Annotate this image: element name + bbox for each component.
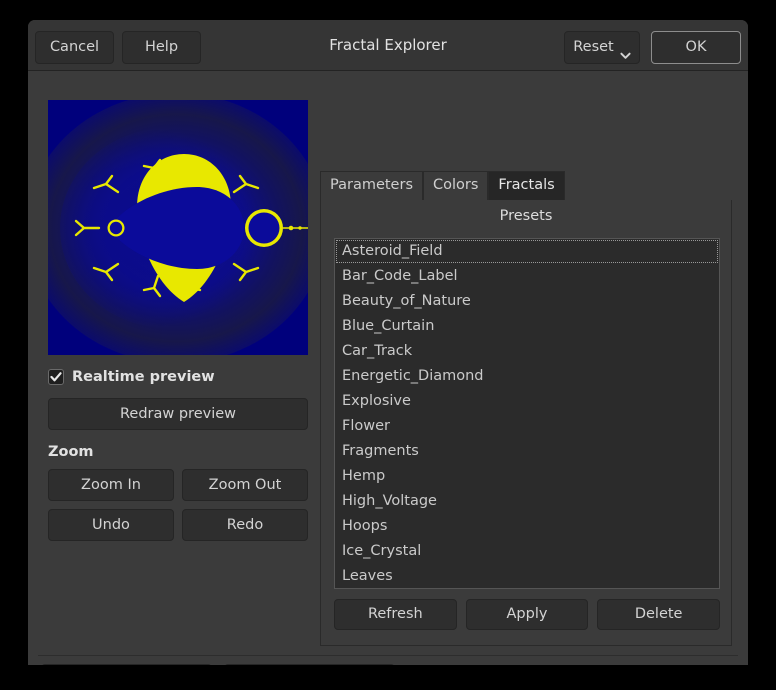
list-item[interactable]: Fragments xyxy=(335,439,719,464)
apply-button[interactable]: Apply xyxy=(466,599,589,630)
list-item[interactable]: High_Voltage xyxy=(335,489,719,514)
list-item[interactable]: Hoops xyxy=(335,514,719,539)
list-item[interactable]: Hemp xyxy=(335,464,719,489)
list-item[interactable]: Explosive xyxy=(335,389,719,414)
checkmark-icon xyxy=(50,371,62,383)
tab-fractals[interactable]: Fractals xyxy=(488,171,564,200)
dialog-body: Realtime preview Redraw preview Zoom Zoo… xyxy=(28,71,748,665)
preset-action-bar: Refresh Apply Delete xyxy=(334,599,720,630)
redo-button[interactable]: Redo xyxy=(182,509,308,541)
list-item[interactable]: Beauty_of_Nature xyxy=(335,289,719,314)
list-item[interactable]: Energetic_Diamond xyxy=(335,364,719,389)
presets-list[interactable]: Asteroid_FieldBar_Code_LabelBeauty_of_Na… xyxy=(334,238,720,589)
list-item[interactable]: Car_Track xyxy=(335,339,719,364)
reset-button-label: Reset xyxy=(573,32,614,63)
list-item[interactable]: Ice_Crystal xyxy=(335,539,719,564)
zoom-in-button[interactable]: Zoom In xyxy=(48,469,174,501)
fractal-explorer-window: Fractal Explorer Cancel Help Reset OK xyxy=(28,20,748,665)
realtime-preview-checkbox[interactable] xyxy=(48,369,64,385)
dialog-titlebar: Fractal Explorer Cancel Help Reset OK xyxy=(28,20,748,71)
load-saved-settings-button[interactable]: Load Saved Settings xyxy=(41,664,212,665)
realtime-preview-row: Realtime preview xyxy=(48,366,308,388)
zoom-out-button[interactable]: Zoom Out xyxy=(182,469,308,501)
zoom-group-label: Zoom xyxy=(48,444,308,460)
help-button[interactable]: Help xyxy=(122,31,201,64)
fractals-tab-panel: Presets Asteroid_FieldBar_Code_LabelBeau… xyxy=(320,200,732,646)
tab-parameters[interactable]: Parameters xyxy=(320,171,423,200)
redraw-preview-button[interactable]: Redraw preview xyxy=(48,398,308,430)
reset-dropdown-button[interactable]: Reset xyxy=(564,31,640,64)
presets-heading: Presets xyxy=(321,208,731,224)
undo-button[interactable]: Undo xyxy=(48,509,174,541)
tab-strip: Parameters Colors Fractals xyxy=(320,171,732,201)
ok-button[interactable]: OK xyxy=(651,31,741,64)
refresh-button[interactable]: Refresh xyxy=(334,599,457,630)
list-item[interactable]: Flower xyxy=(335,414,719,439)
realtime-preview-label: Realtime preview xyxy=(72,369,215,385)
fractal-preview-image[interactable] xyxy=(48,100,308,355)
list-item[interactable]: Leaves xyxy=(335,564,719,589)
preview-panel: Realtime preview Redraw preview Zoom Zoo… xyxy=(48,100,308,541)
save-settings-button[interactable]: Save Settings xyxy=(224,664,395,665)
list-item[interactable]: Asteroid_Field xyxy=(335,239,719,264)
list-item[interactable]: Blue_Curtain xyxy=(335,314,719,339)
settings-notebook: Parameters Colors Fractals Presets Aster… xyxy=(320,171,732,646)
chevron-down-icon xyxy=(620,42,631,53)
zoom-button-grid: Zoom In Zoom Out Undo Redo xyxy=(48,469,308,541)
list-item[interactable]: Bar_Code_Label xyxy=(335,264,719,289)
cancel-button[interactable]: Cancel xyxy=(35,31,114,64)
tab-colors[interactable]: Colors xyxy=(423,171,488,200)
footer-divider xyxy=(38,655,738,656)
delete-button[interactable]: Delete xyxy=(597,599,720,630)
